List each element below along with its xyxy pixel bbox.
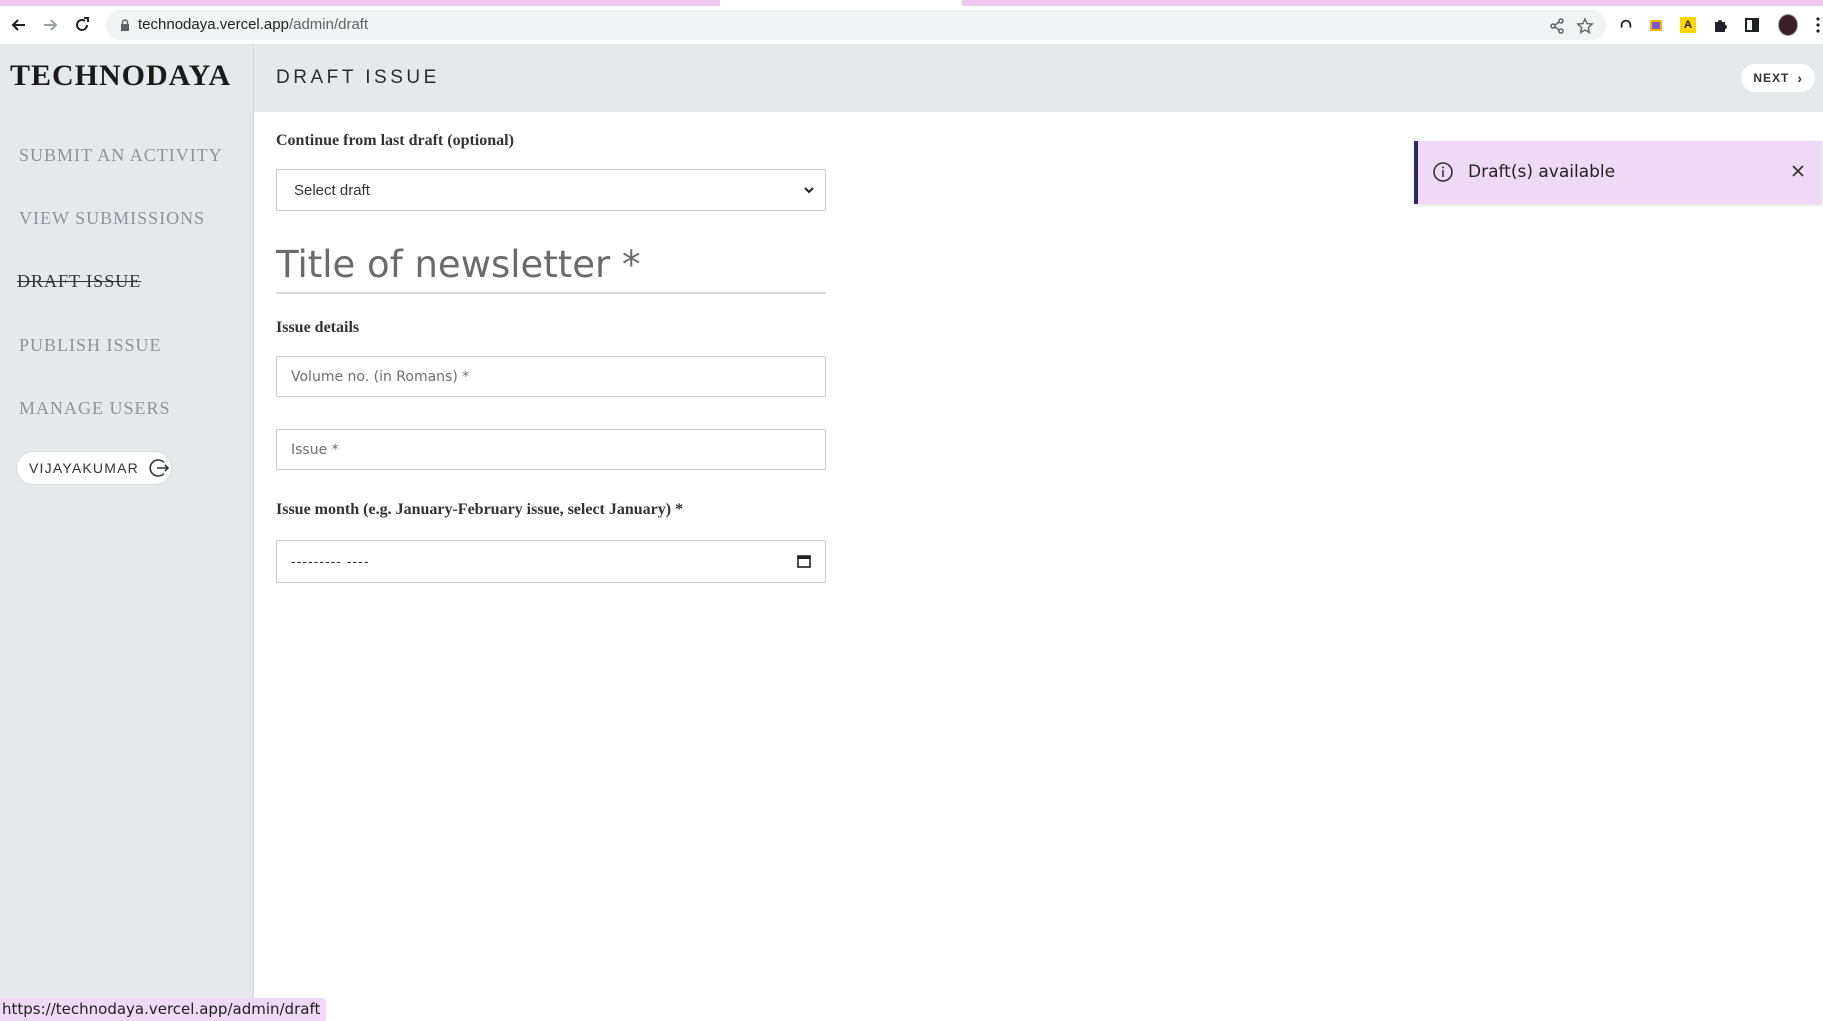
url-host: technodaya.vercel.app <box>138 16 289 33</box>
volume-input[interactable] <box>276 356 826 397</box>
info-icon <box>1433 162 1453 182</box>
back-icon[interactable] <box>7 13 31 37</box>
extension-a-label: A <box>1680 17 1696 33</box>
extension-color-icon[interactable] <box>1646 15 1666 35</box>
reload-icon[interactable] <box>70 13 94 37</box>
page-title: DRAFT ISSUE <box>276 67 440 88</box>
url-text[interactable]: technodaya.vercel.app/admin/draft <box>138 16 368 33</box>
sidebar: TECHNODAYA SUBMIT AN ACTIVITY VIEW SUBMI… <box>0 45 254 1021</box>
page-header: DRAFT ISSUE NEXT › <box>254 45 1823 112</box>
extension-a-icon[interactable]: A <box>1678 15 1698 35</box>
extension-headphones-icon[interactable] <box>1616 15 1636 35</box>
url-path: /admin/draft <box>288 16 369 33</box>
draft-select-label: Continue from last draft (optional) <box>276 132 514 149</box>
sidebar-item-publish-issue[interactable]: PUBLISH ISSUE <box>19 335 162 356</box>
side-panel-icon[interactable] <box>1742 15 1762 35</box>
issue-month-label: Issue month (e.g. January-February issue… <box>276 501 684 518</box>
browser-menu-icon[interactable] <box>1808 15 1823 35</box>
issue-month-input[interactable]: --------- ---- <box>276 540 826 583</box>
draft-select-value: Select draft <box>294 181 370 199</box>
sidebar-item-manage-users[interactable]: MANAGE USERS <box>19 398 171 419</box>
forward-icon[interactable] <box>38 13 62 37</box>
next-button[interactable]: NEXT › <box>1741 64 1815 92</box>
extensions-puzzle-icon[interactable] <box>1710 15 1730 35</box>
browser-toolbar: technodaya.vercel.app/admin/draft A <box>0 6 1823 45</box>
lock-icon[interactable] <box>118 18 132 32</box>
sidebar-item-draft-issue[interactable]: DRAFT ISSUE <box>17 271 141 292</box>
status-bar-url: https://technodaya.vercel.app/admin/draf… <box>0 998 327 1021</box>
sidebar-item-submit-activity[interactable]: SUBMIT AN ACTIVITY <box>19 145 223 166</box>
close-icon[interactable] <box>1788 161 1808 181</box>
site-logo[interactable]: TECHNODAYA <box>10 59 231 93</box>
toast-message: Draft(s) available <box>1468 162 1616 182</box>
user-name: VIJAYAKUMAR <box>29 460 139 476</box>
issue-input[interactable] <box>276 429 826 470</box>
address-bar[interactable]: technodaya.vercel.app/admin/draft <box>106 10 1606 40</box>
chevron-down-icon <box>804 187 814 194</box>
issue-month-value: --------- ---- <box>291 553 370 569</box>
logout-icon <box>149 459 170 477</box>
newsletter-title-placeholder: Title of newsletter * <box>276 243 641 286</box>
logout-button[interactable]: VIJAYAKUMAR <box>16 451 172 485</box>
drafts-available-toast: Draft(s) available <box>1414 141 1822 204</box>
newsletter-title-input[interactable]: Title of newsletter * <box>276 243 826 294</box>
chevron-right-icon: › <box>1797 70 1803 86</box>
sidebar-item-view-submissions[interactable]: VIEW SUBMISSIONS <box>19 208 205 229</box>
draft-select[interactable]: Select draft <box>276 169 826 211</box>
bookmark-star-icon[interactable] <box>1576 17 1594 35</box>
share-icon[interactable] <box>1548 17 1566 35</box>
profile-avatar-icon[interactable] <box>1778 14 1798 36</box>
issue-details-label: Issue details <box>276 319 360 336</box>
calendar-icon[interactable] <box>797 554 811 568</box>
next-label: NEXT <box>1753 71 1790 85</box>
